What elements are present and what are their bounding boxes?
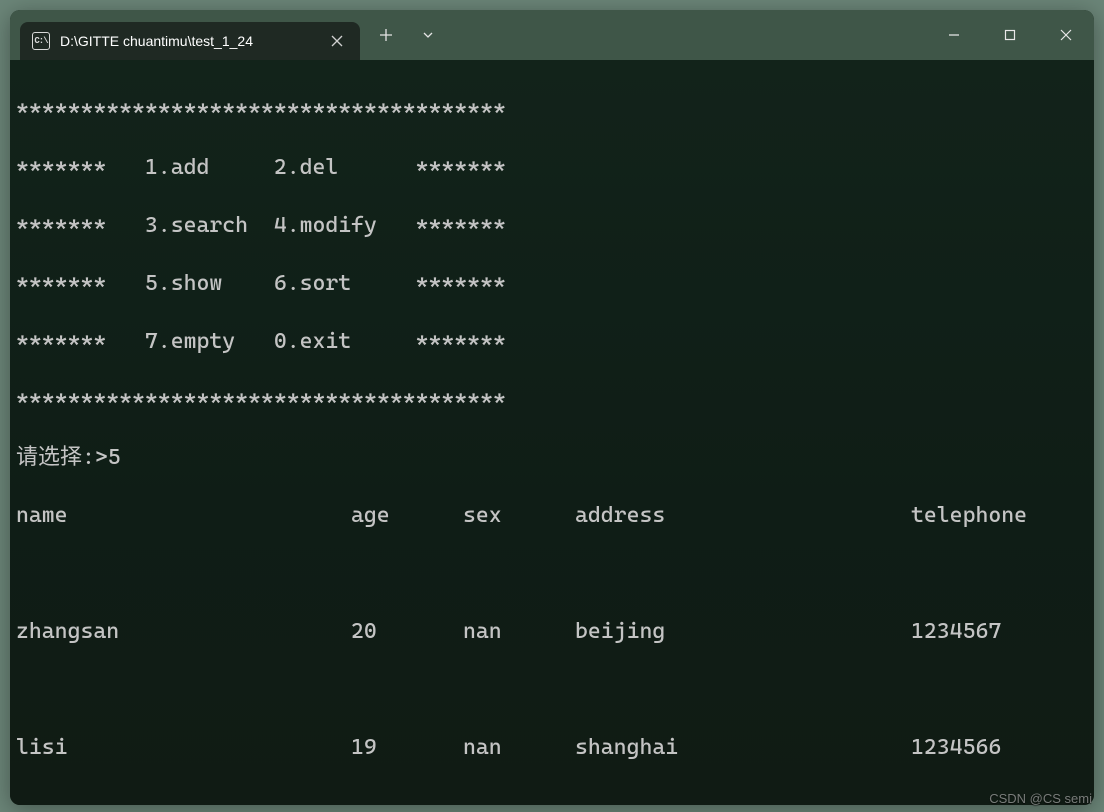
cmd-icon: C:\ <box>32 32 50 50</box>
cell-address: shanghai <box>575 733 911 762</box>
table-row: lisi19nanshanghai1234566 <box>16 733 1088 762</box>
col-age-header: age <box>351 501 463 530</box>
tab-title: D:\GITTE chuantimu\test_1_24 <box>60 33 316 49</box>
cell-telephone: 1234567 <box>911 617 1088 646</box>
prompt-1: 请选择:>5 <box>16 443 1088 472</box>
cell-age: 20 <box>351 617 463 646</box>
close-icon <box>1060 29 1072 41</box>
menu-border-top: ************************************** <box>16 95 1088 124</box>
title-actions <box>366 17 448 53</box>
menu-row-1: ******* 1.add 2.del ******* <box>16 153 1088 182</box>
window-controls <box>926 10 1094 60</box>
chevron-down-icon <box>422 29 434 41</box>
blank-row <box>16 791 1088 805</box>
blank-row <box>16 559 1088 588</box>
prompt-label: 请选择:> <box>16 445 108 470</box>
cell-sex: nan <box>463 733 575 762</box>
menu-row-2: ******* 3.search 4.modify ******* <box>16 211 1088 240</box>
tab-dropdown-button[interactable] <box>408 17 448 53</box>
maximize-button[interactable] <box>982 15 1038 55</box>
cell-name: zhangsan <box>16 617 351 646</box>
menu-row-3: ******* 5.show 6.sort ******* <box>16 269 1088 298</box>
cell-name: lisi <box>16 733 351 762</box>
titlebar: C:\ D:\GITTE chuantimu\test_1_24 <box>10 10 1094 60</box>
close-icon <box>331 35 343 47</box>
watermark: CSDN @CS semi <box>989 791 1092 806</box>
tab-active[interactable]: C:\ D:\GITTE chuantimu\test_1_24 <box>20 22 360 60</box>
cell-telephone: 1234566 <box>911 733 1088 762</box>
table-row: zhangsan20nanbeijing1234567 <box>16 617 1088 646</box>
cell-sex: nan <box>463 617 575 646</box>
cell-address: beijing <box>575 617 911 646</box>
close-window-button[interactable] <box>1038 15 1094 55</box>
terminal-body[interactable]: ************************************** *… <box>10 60 1094 805</box>
table-header: nameagesexaddresstelephone <box>16 501 1088 530</box>
minimize-icon <box>948 29 960 41</box>
menu-row-4: ******* 7.empty 0.exit ******* <box>16 327 1088 356</box>
close-tab-button[interactable] <box>326 30 348 52</box>
col-telephone-header: telephone <box>911 501 1088 530</box>
cell-age: 19 <box>351 733 463 762</box>
col-name-header: name <box>16 501 351 530</box>
minimize-button[interactable] <box>926 15 982 55</box>
blank-row <box>16 675 1088 704</box>
new-tab-button[interactable] <box>366 17 406 53</box>
col-sex-header: sex <box>463 501 575 530</box>
maximize-icon <box>1004 29 1016 41</box>
col-address-header: address <box>575 501 911 530</box>
terminal-window: C:\ D:\GITTE chuantimu\test_1_24 <box>10 10 1094 805</box>
menu-border-bottom: ************************************** <box>16 385 1088 414</box>
prompt-input: 5 <box>108 445 121 470</box>
plus-icon <box>379 28 393 42</box>
